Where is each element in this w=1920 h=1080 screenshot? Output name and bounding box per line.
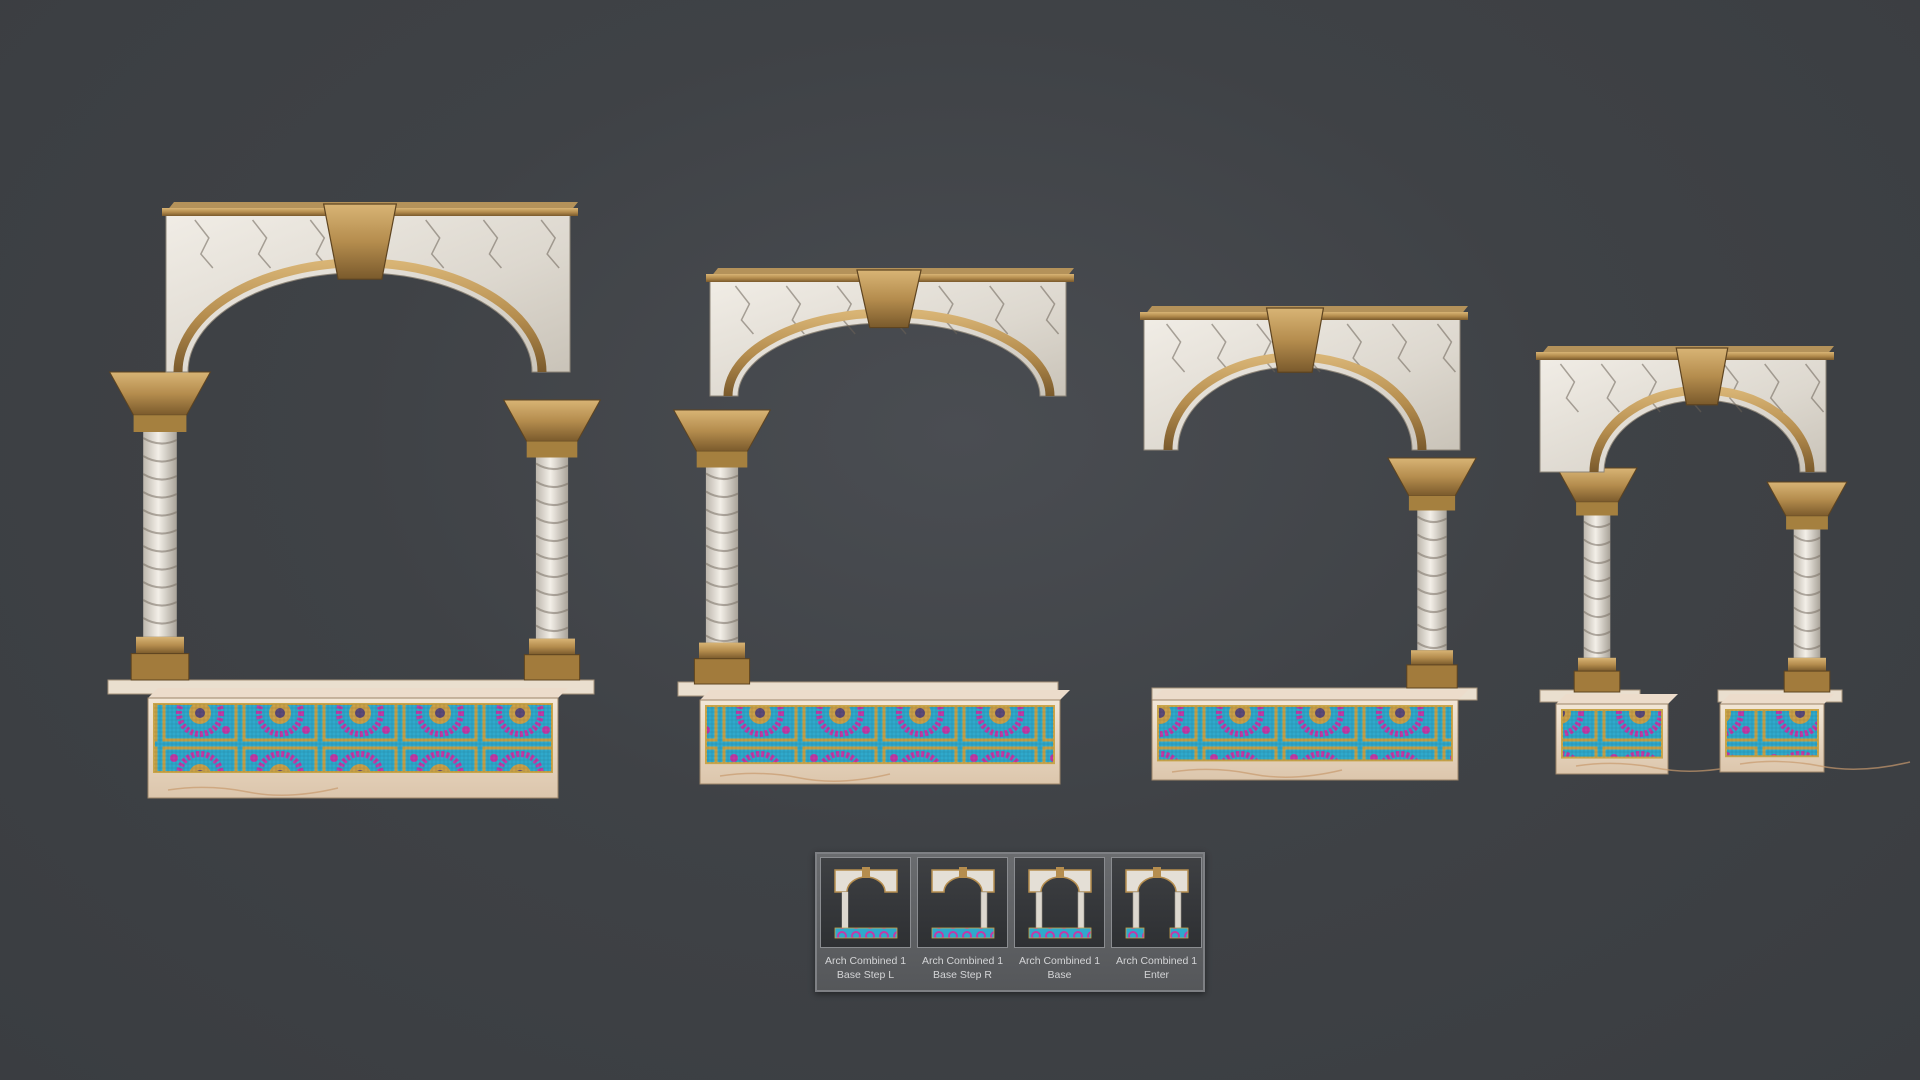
twisted-column: [672, 409, 772, 685]
preset-label-line2: Base Step R: [933, 969, 992, 981]
preset-label: Arch Combined 1 Base Step L: [819, 954, 912, 982]
arch-thumbnail-icon: [931, 867, 995, 939]
arch-top: [1536, 346, 1834, 473]
preset-label: Arch Combined 1 Base: [1013, 954, 1106, 982]
preset-shelf: Arch Combined 1 Base Step L Arch Combined …: [815, 852, 1205, 992]
twisted-column: [1387, 457, 1477, 689]
mosaic-base: [699, 690, 1070, 785]
preset-label-line2: Base Step L: [836, 969, 895, 981]
arch-render-3: [1140, 306, 1478, 781]
preset-thumbnail[interactable]: [1014, 857, 1105, 948]
twisted-column: [502, 399, 602, 681]
arch-thumbnail-icon: [1125, 867, 1189, 939]
preset-label-line2: Base: [1047, 969, 1072, 981]
arch-top: [162, 202, 578, 373]
preset-base[interactable]: Arch Combined 1 Base: [1013, 857, 1106, 990]
arch-thumbnail-icon: [1028, 867, 1092, 939]
preset-thumbnail[interactable]: [917, 857, 1008, 948]
preset-step-r[interactable]: Arch Combined 1 Base Step R: [916, 857, 1009, 990]
arch-render-2: [672, 268, 1074, 785]
preset-label: Arch Combined 1 Base Step R: [916, 954, 1009, 982]
arch-top: [1140, 306, 1468, 451]
twisted-column: [1766, 481, 1848, 693]
twisted-column: [1556, 467, 1638, 693]
preset-step-l[interactable]: Arch Combined 1 Base Step L: [819, 857, 912, 990]
preset-label-line1: Arch Combined 1: [824, 955, 907, 967]
mosaic-base: [1151, 690, 1468, 781]
preset-label-line2: Enter: [1143, 969, 1170, 981]
mosaic-base: [147, 688, 568, 799]
preset-thumbnail[interactable]: [820, 857, 911, 948]
arch-render-4: [1536, 346, 1911, 775]
arch-top: [706, 268, 1074, 397]
preset-label-line1: Arch Combined 1: [921, 955, 1004, 967]
preset-label: Arch Combined 1 Enter: [1110, 954, 1203, 982]
preset-label-line1: Arch Combined 1: [1115, 955, 1198, 967]
arch-thumbnail-icon: [834, 867, 898, 939]
arch-render-1: [107, 202, 602, 799]
mosaic-base: [1555, 694, 1747, 775]
twisted-column: [108, 371, 212, 681]
preset-enter[interactable]: Arch Combined 1 Enter: [1110, 857, 1203, 990]
preset-thumbnail[interactable]: [1111, 857, 1202, 948]
preset-label-line1: Arch Combined 1: [1018, 955, 1101, 967]
mosaic-base: [1719, 694, 1911, 773]
